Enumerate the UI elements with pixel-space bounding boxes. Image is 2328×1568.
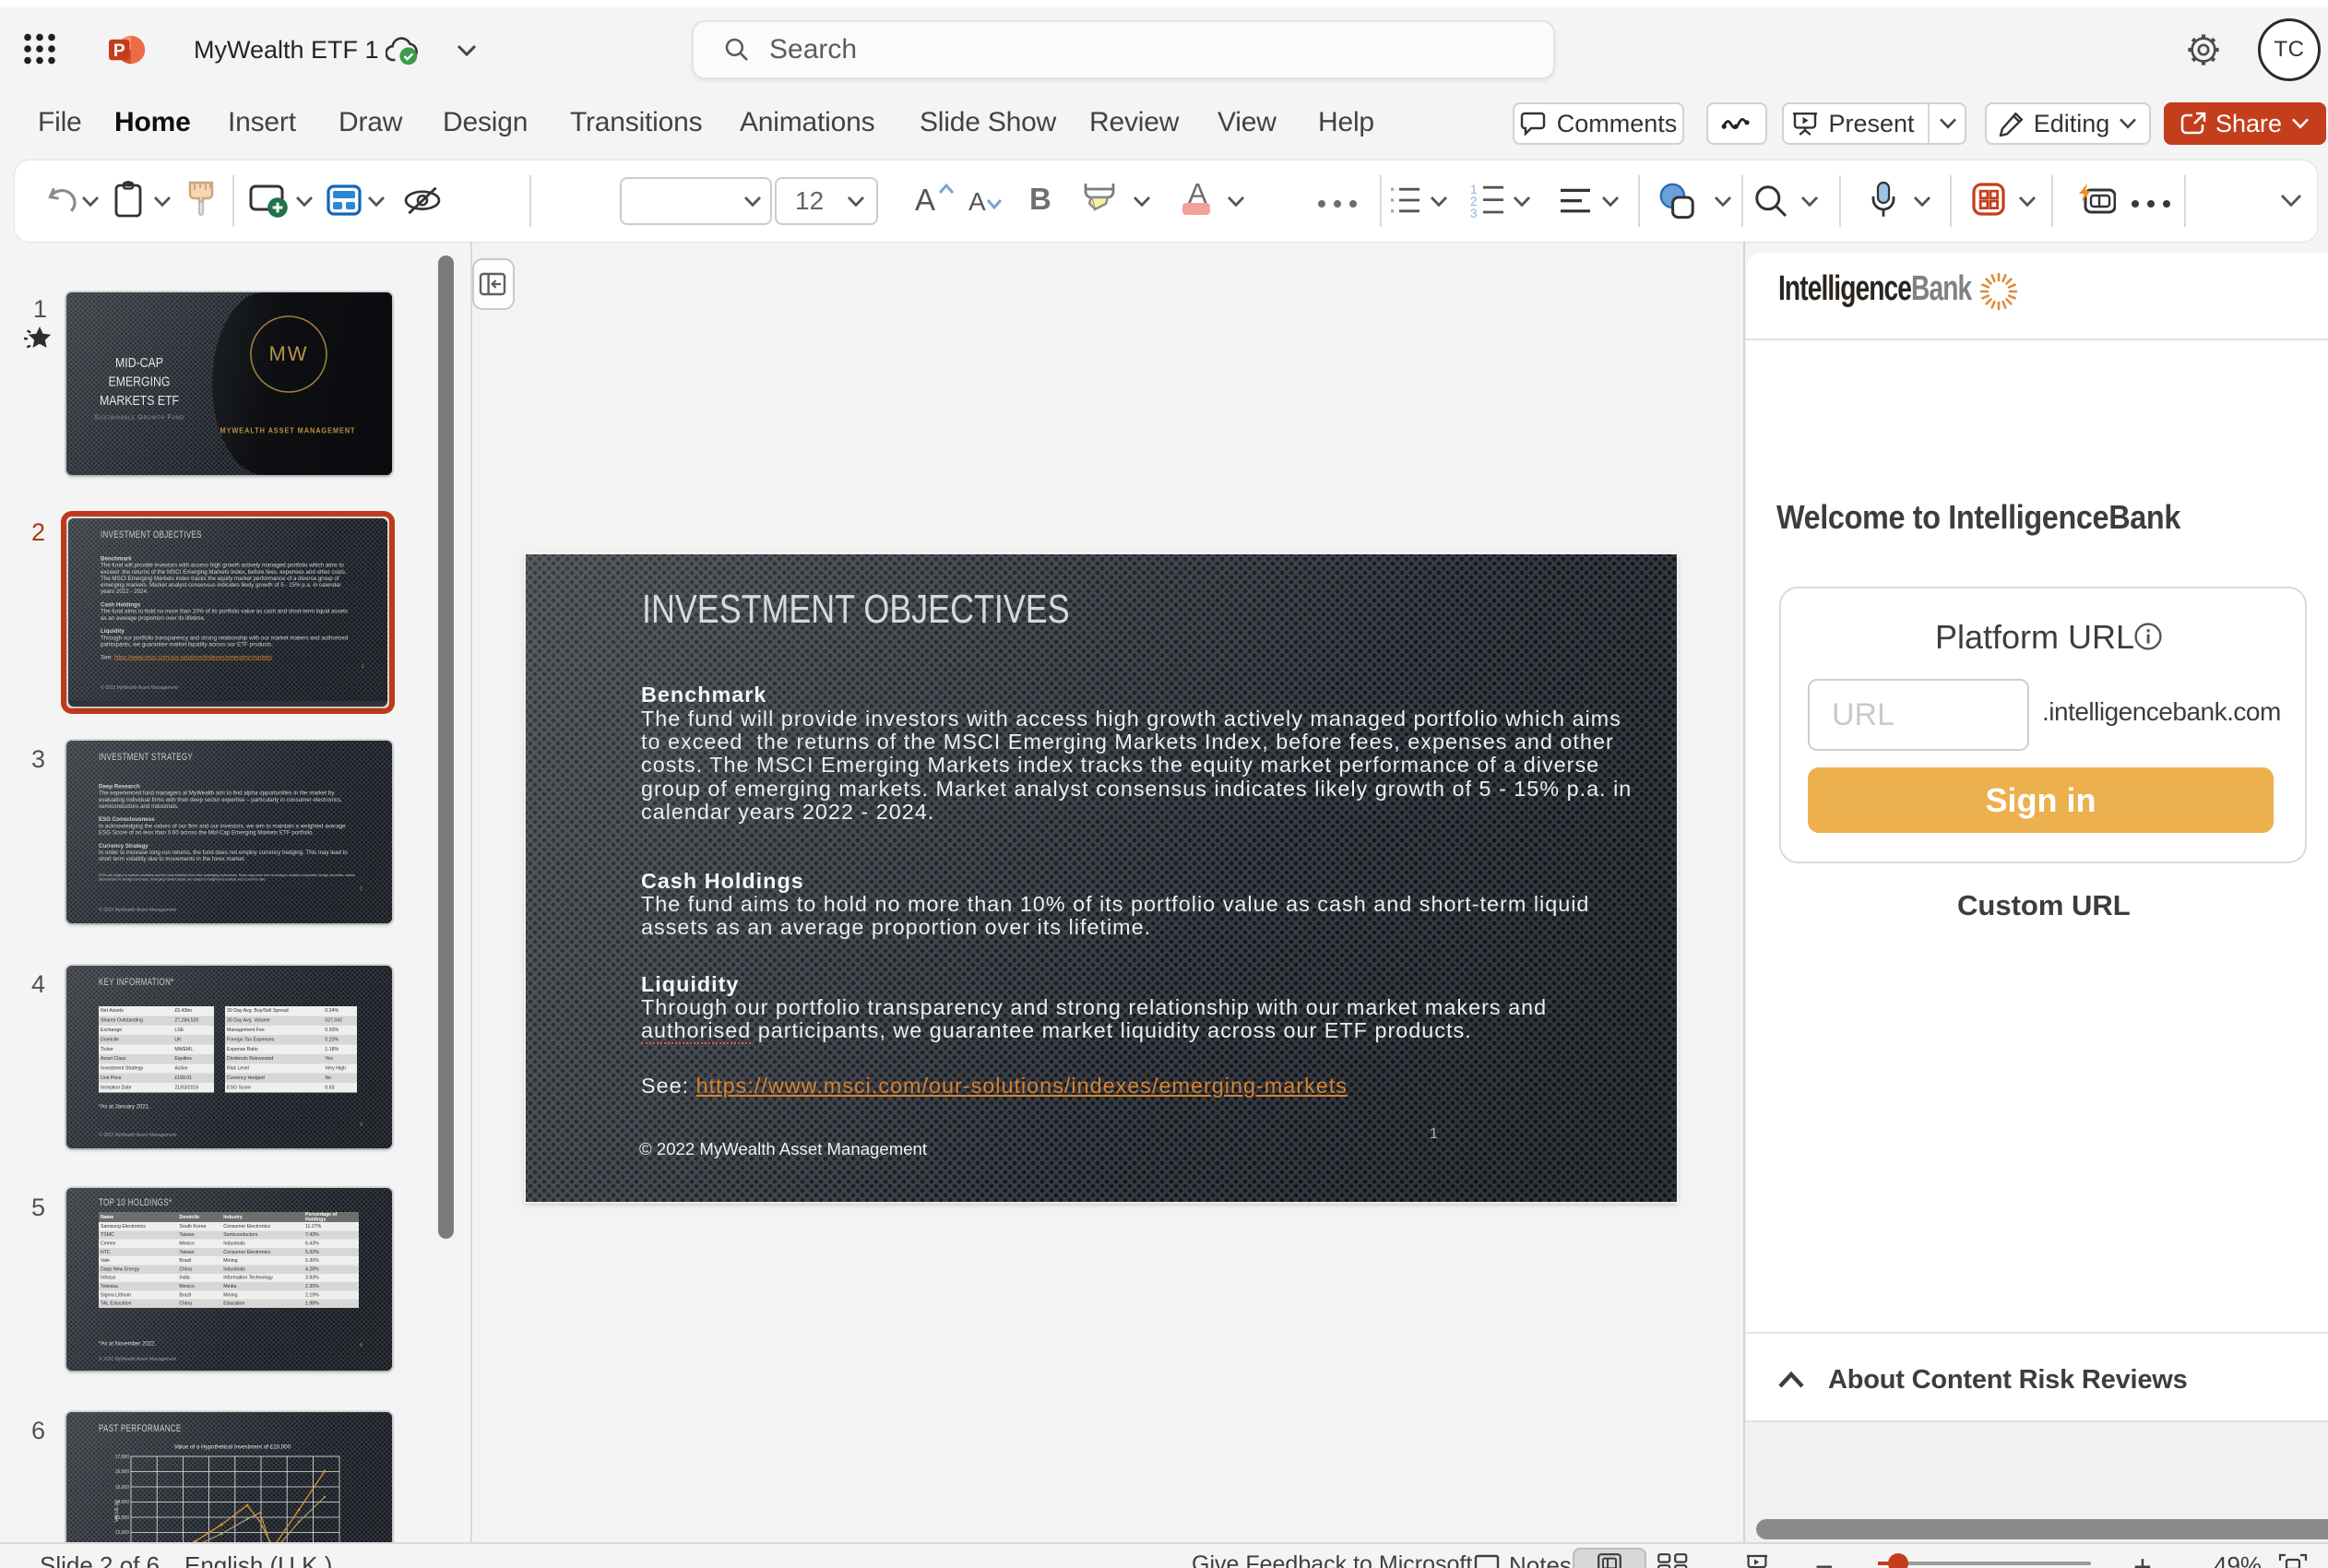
svg-text:VALUE (£): VALUE (£) (114, 1500, 120, 1522)
svg-text:P: P (113, 42, 125, 61)
svg-text:12,000: 12,000 (115, 1530, 130, 1536)
svg-text:MW: MW (268, 342, 308, 365)
svg-text:16,000: 16,000 (115, 1469, 130, 1475)
svg-text:17,000: 17,000 (115, 1455, 130, 1460)
svg-text:3: 3 (1470, 207, 1478, 218)
svg-text:15,000: 15,000 (115, 1485, 130, 1491)
